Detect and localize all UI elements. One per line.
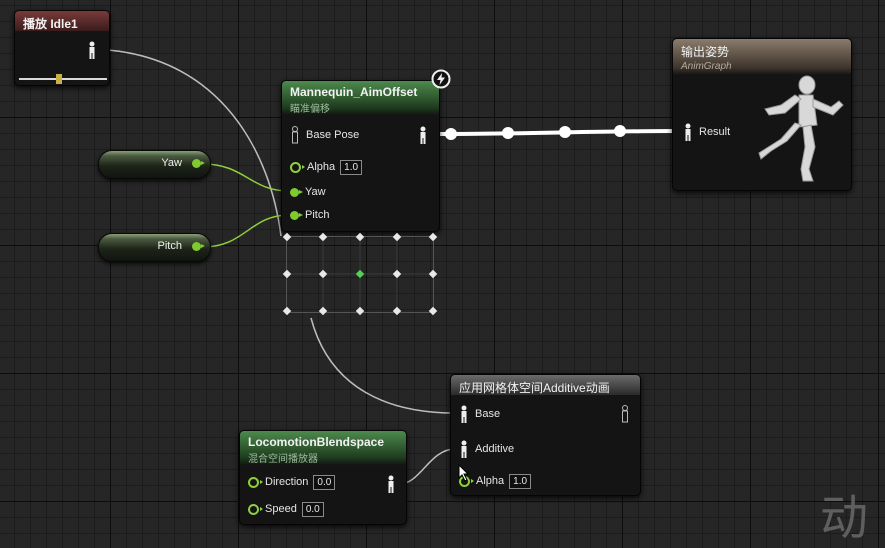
aim-offset-header: Mannequin_AimOffset 瞄准偏移	[282, 81, 439, 115]
pitch-variable-label: Pitch	[157, 240, 182, 252]
running-mannequin-icon	[758, 75, 844, 182]
alpha-pin[interactable]: Alpha 1.0	[290, 159, 363, 175]
play-idle-title: 播放 Idle1	[23, 17, 78, 31]
speed-value-field[interactable]: 0.0	[301, 501, 324, 517]
locomotion-subtitle: 混合空间播放器	[248, 454, 318, 465]
locomotion-title: LocomotionBlendspace	[248, 435, 385, 449]
wire-pose-result	[436, 129, 681, 136]
additive-pin[interactable]: Additive	[459, 440, 515, 458]
play-rate-slider[interactable]	[19, 74, 107, 84]
direction-pin[interactable]: Direction 0.0	[248, 474, 336, 490]
pitch-variable-node[interactable]: Pitch	[98, 233, 211, 262]
alpha-label: Alpha	[307, 161, 336, 173]
lightning-icon	[431, 69, 451, 89]
play-idle-header: 播放 Idle1	[15, 11, 109, 31]
result-pin[interactable]: Result	[683, 123, 731, 141]
base-label: Base	[475, 408, 501, 420]
base-pose-pin[interactable]: Base Pose	[290, 126, 360, 144]
yaw-output-pin-icon[interactable]	[192, 159, 205, 168]
pose-output-pin-icon[interactable]	[386, 475, 396, 493]
locomotion-blendspace-node[interactable]: LocomotionBlendspace 混合空间播放器 Direction 0…	[239, 430, 407, 525]
pose-pin-icon[interactable]	[87, 41, 97, 59]
blendspace-grid-preview	[282, 232, 438, 316]
base-pose-label: Base Pose	[306, 129, 360, 141]
pose-pin-icon	[292, 126, 298, 144]
aim-offset-node[interactable]: Mannequin_AimOffset 瞄准偏移 Base Pose Alpha…	[281, 69, 451, 232]
speed-pin-icon	[248, 503, 263, 515]
pitch-output-pin-icon[interactable]	[192, 242, 205, 251]
pitch-pin-icon	[290, 210, 303, 220]
wire-bubble	[559, 126, 571, 138]
wire-idle-to-aimoffset	[107, 49, 282, 237]
pose-output-pin-icon[interactable]	[620, 405, 630, 423]
pose-pin-icon	[685, 123, 691, 141]
speed-pin[interactable]: Speed 0.0	[248, 501, 324, 517]
output-pose-header: 输出姿势 AnimGraph	[673, 39, 851, 75]
speed-label: Speed	[265, 503, 297, 515]
alpha-value-field[interactable]: 1.0	[340, 159, 363, 175]
direction-label: Direction	[265, 476, 309, 488]
yaw-pin[interactable]: Yaw	[290, 184, 326, 200]
alpha-pin-icon	[290, 161, 305, 173]
play-idle-node[interactable]: 播放 Idle1	[14, 10, 110, 86]
wire-bubble	[502, 127, 514, 139]
pose-pin-icon	[461, 440, 467, 458]
pose-pin-icon	[461, 405, 467, 423]
additive-label: Additive	[475, 443, 515, 455]
slider-handle[interactable]	[55, 74, 62, 84]
apply-additive-node[interactable]: 应用网格体空间Additive动画 Base Additive Alpha 1.…	[450, 374, 641, 496]
yaw-pin-icon	[290, 187, 303, 197]
result-label: Result	[699, 126, 731, 138]
watermark: 动	[820, 490, 869, 546]
wire-bubble	[445, 128, 457, 140]
wire-pitch	[202, 214, 290, 248]
wire-aim-to-base	[310, 317, 456, 414]
pitch-pin[interactable]: Pitch	[290, 207, 329, 223]
wire-yaw	[202, 163, 290, 192]
wire-bubble	[614, 125, 626, 137]
apply-additive-title: 应用网格体空间Additive动画	[459, 381, 610, 395]
output-pose-node[interactable]: 输出姿势 AnimGraph Result	[672, 38, 852, 191]
wire-locomotion-to-additive	[399, 448, 456, 485]
direction-value-field[interactable]: 0.0	[313, 474, 336, 490]
base-pin[interactable]: Base	[459, 405, 501, 423]
locomotion-header: LocomotionBlendspace 混合空间播放器	[240, 431, 406, 465]
aim-offset-title: Mannequin_AimOffset	[290, 85, 418, 99]
direction-pin-icon	[248, 476, 263, 488]
additive-alpha-label: Alpha	[476, 475, 505, 487]
yaw-variable-label: Yaw	[161, 157, 182, 169]
yaw-label: Yaw	[305, 186, 326, 198]
aim-offset-subtitle: 瞄准偏移	[290, 104, 330, 115]
additive-alpha-value-field[interactable]: 1.0	[509, 473, 532, 489]
mouse-cursor-icon	[458, 464, 470, 482]
pose-output-pin-icon[interactable]	[418, 126, 428, 144]
output-pose-title: 输出姿势	[681, 45, 730, 59]
pitch-label: Pitch	[305, 209, 330, 221]
yaw-variable-node[interactable]: Yaw	[98, 150, 211, 179]
output-pose-subtitle: AnimGraph	[681, 61, 732, 72]
apply-additive-header: 应用网格体空间Additive动画	[451, 375, 640, 395]
